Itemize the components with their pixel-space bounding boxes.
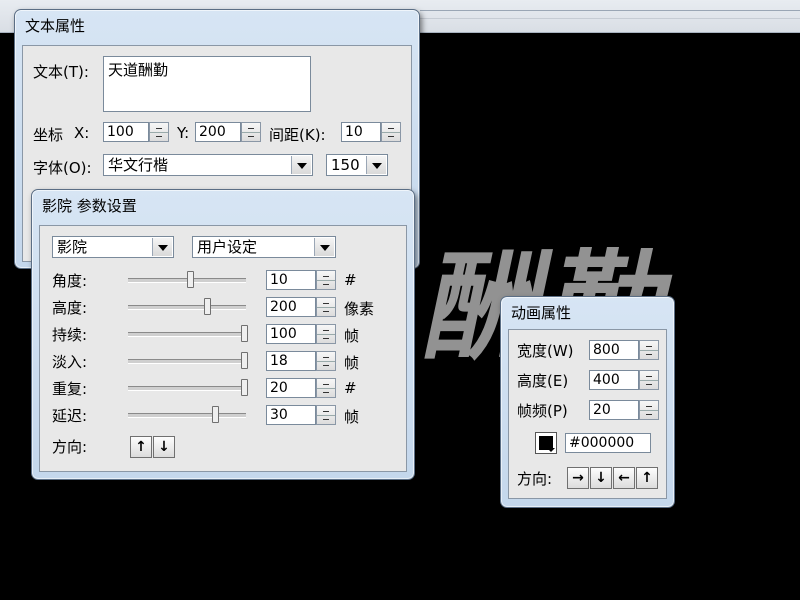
dialog-title: 文本属性: [25, 17, 86, 35]
param-slider[interactable]: [128, 324, 248, 344]
width-label: 宽度(W): [517, 342, 574, 360]
slider-track: [128, 305, 246, 310]
y-spinner[interactable]: [241, 122, 261, 142]
param-input[interactable]: 30: [266, 405, 316, 425]
arrow-left-button[interactable]: ←: [613, 467, 635, 489]
param-spinner[interactable]: [316, 351, 336, 371]
text-input[interactable]: 天道酬勤: [103, 56, 311, 112]
color-picker[interactable]: [535, 432, 557, 454]
param-slider[interactable]: [128, 351, 248, 371]
param-spinner[interactable]: [316, 270, 336, 290]
slider-thumb[interactable]: [241, 325, 248, 342]
font-size-select[interactable]: 150: [326, 154, 388, 176]
arrow-down-button[interactable]: ↓: [153, 436, 175, 458]
param-unit: 帧: [344, 327, 360, 345]
color-input[interactable]: #000000: [565, 433, 651, 453]
param-spinner[interactable]: [316, 297, 336, 317]
font-label: 字体(O):: [33, 159, 92, 177]
slider-thumb[interactable]: [204, 298, 211, 315]
animation-properties-dialog: 动画属性 宽度(W) 800 高度(E) 400 帧频(P) 20 #00000…: [500, 296, 675, 508]
dialog-client-area: 影院 用户设定 方向: ↑ ↓ 角度: 10 # 高度: 200 像素 持续: 100 帧淡入:…: [39, 225, 407, 472]
direction-label: 方向:: [52, 438, 88, 456]
arrow-right-button[interactable]: →: [567, 467, 589, 489]
slider-thumb[interactable]: [241, 352, 248, 369]
font-select[interactable]: 华文行楷: [103, 154, 313, 176]
font-select-value: 华文行楷: [108, 156, 169, 174]
y-input[interactable]: 200: [195, 122, 241, 142]
slider-thumb[interactable]: [187, 271, 194, 288]
chevron-down-icon[interactable]: [291, 156, 311, 174]
font-size-value: 150: [331, 156, 360, 174]
spacing-spinner[interactable]: [381, 122, 401, 142]
param-input[interactable]: 10: [266, 270, 316, 290]
height-input[interactable]: 400: [589, 370, 639, 390]
param-label: 角度:: [52, 272, 88, 290]
param-label: 淡入:: [52, 353, 88, 371]
preset-select-value: 用户设定: [197, 238, 258, 256]
param-slider[interactable]: [128, 378, 248, 398]
cinema-settings-dialog: 影院 参数设置 影院 用户设定 方向: ↑ ↓ 角度: 10 # 高度: 200 像素持续…: [31, 189, 415, 480]
param-slider[interactable]: [128, 297, 246, 317]
param-input[interactable]: 100: [266, 324, 316, 344]
x-input[interactable]: 100: [103, 122, 149, 142]
coord-label: 坐标: [33, 126, 64, 144]
width-input[interactable]: 800: [589, 340, 639, 360]
slider-thumb[interactable]: [212, 406, 219, 423]
spacing-input[interactable]: 10: [341, 122, 381, 142]
chevron-down-icon[interactable]: [152, 238, 172, 256]
param-unit: 帧: [344, 408, 360, 426]
direction-label: 方向:: [517, 470, 553, 488]
slider-track: [128, 359, 246, 364]
slider-track: [128, 413, 246, 418]
param-slider[interactable]: [128, 405, 246, 425]
param-input[interactable]: 18: [266, 351, 316, 371]
fps-label: 帧频(P): [517, 402, 568, 420]
effect-select[interactable]: 影院: [52, 236, 174, 258]
x-label: X:: [74, 124, 90, 142]
text-label: 文本(T):: [33, 63, 89, 81]
height-label: 高度(E): [517, 372, 569, 390]
param-spinner[interactable]: [316, 324, 336, 344]
param-label: 重复:: [52, 380, 88, 398]
arrow-up-button[interactable]: ↑: [636, 467, 658, 489]
param-input[interactable]: 200: [266, 297, 316, 317]
fps-input[interactable]: 20: [589, 400, 639, 420]
arrow-down-button[interactable]: ↓: [590, 467, 612, 489]
chevron-down-icon: [547, 448, 555, 452]
width-spinner[interactable]: [639, 340, 659, 360]
param-label: 高度:: [52, 299, 88, 317]
height-spinner[interactable]: [639, 370, 659, 390]
fps-spinner[interactable]: [639, 400, 659, 420]
param-slider[interactable]: [128, 270, 246, 290]
param-spinner[interactable]: [316, 405, 336, 425]
chevron-down-icon[interactable]: [366, 156, 386, 174]
slider-track: [128, 386, 246, 391]
y-label: Y:: [177, 124, 190, 142]
param-label: 延迟:: [52, 407, 88, 425]
dialog-title: 动画属性: [511, 304, 572, 322]
x-spinner[interactable]: [149, 122, 169, 142]
param-unit: #: [344, 271, 357, 289]
param-spinner[interactable]: [316, 378, 336, 398]
preset-select[interactable]: 用户设定: [192, 236, 336, 258]
spacing-label: 间距(K):: [269, 126, 326, 144]
param-unit: #: [344, 379, 357, 397]
arrow-up-button[interactable]: ↑: [130, 436, 152, 458]
slider-track: [128, 332, 246, 337]
slider-thumb[interactable]: [241, 379, 248, 396]
chevron-down-icon[interactable]: [314, 238, 334, 256]
param-input[interactable]: 20: [266, 378, 316, 398]
param-unit: 像素: [344, 300, 375, 318]
param-unit: 帧: [344, 354, 360, 372]
effect-select-value: 影院: [57, 238, 88, 256]
dialog-client-area: 宽度(W) 800 高度(E) 400 帧频(P) 20 #000000 方向:…: [508, 329, 667, 499]
dialog-title: 影院 参数设置: [42, 197, 137, 215]
param-label: 持续:: [52, 326, 88, 344]
